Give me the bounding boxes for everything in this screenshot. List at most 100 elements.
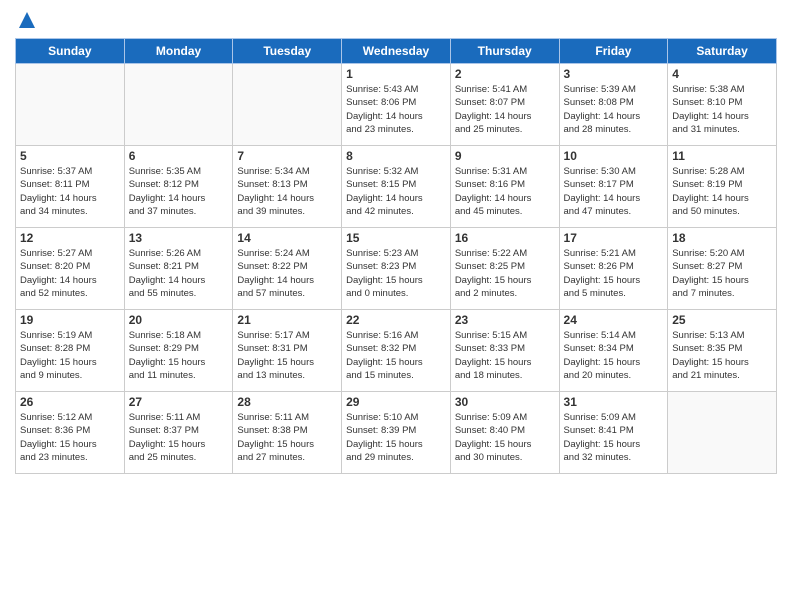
calendar-cell: 7 Sunrise: 5:34 AMSunset: 8:13 PMDaylight… <box>233 146 342 228</box>
day-info: Sunrise: 5:27 AMSunset: 8:20 PMDaylight:… <box>20 247 120 300</box>
calendar-cell: 21 Sunrise: 5:17 AMSunset: 8:31 PMDayligh… <box>233 310 342 392</box>
day-info: Sunrise: 5:41 AMSunset: 8:07 PMDaylight:… <box>455 83 555 136</box>
day-number: 25 <box>672 313 772 327</box>
day-number: 1 <box>346 67 446 81</box>
day-number: 18 <box>672 231 772 245</box>
day-number: 12 <box>20 231 120 245</box>
calendar-week-row: 1Sunrise: 5:43 AMSunset: 8:06 PMDaylight… <box>16 64 777 146</box>
day-info: Sunrise: 5:09 AMSunset: 8:41 PMDaylight:… <box>564 411 664 464</box>
day-number: 8 <box>346 149 446 163</box>
calendar-cell: 25 Sunrise: 5:13 AMSunset: 8:35 PMDayligh… <box>668 310 777 392</box>
day-number: 5 <box>20 149 120 163</box>
day-info: Sunrise: 5:35 AMSunset: 8:12 PMDaylight:… <box>129 165 229 218</box>
calendar-week-row: 19Sunrise: 5:19 AMSunset: 8:28 PMDayligh… <box>16 310 777 392</box>
day-info: Sunrise: 5:09 AMSunset: 8:40 PMDaylight:… <box>455 411 555 464</box>
calendar-cell: 17 Sunrise: 5:21 AMSunset: 8:26 PMDayligh… <box>559 228 668 310</box>
calendar-cell: 18 Sunrise: 5:20 AMSunset: 8:27 PMDayligh… <box>668 228 777 310</box>
calendar-week-row: 26 Sunrise: 5:12 AMSunset: 8:36 PMDayligh… <box>16 392 777 474</box>
day-number: 9 <box>455 149 555 163</box>
calendar-cell: 8 Sunrise: 5:32 AMSunset: 8:15 PMDaylight… <box>342 146 451 228</box>
calendar-cell: 15Sunrise: 5:23 AMSunset: 8:23 PMDayligh… <box>342 228 451 310</box>
calendar-cell: 30 Sunrise: 5:09 AMSunset: 8:40 PMDayligh… <box>450 392 559 474</box>
day-number: 24 <box>564 313 664 327</box>
day-number: 26 <box>20 395 120 409</box>
day-number: 11 <box>672 149 772 163</box>
day-number: 7 <box>237 149 337 163</box>
calendar-cell: 28 Sunrise: 5:11 AMSunset: 8:38 PMDayligh… <box>233 392 342 474</box>
day-number: 10 <box>564 149 664 163</box>
day-number: 28 <box>237 395 337 409</box>
day-number: 20 <box>129 313 229 327</box>
day-info: Sunrise: 5:16 AMSunset: 8:32 PMDaylight:… <box>346 329 446 382</box>
calendar-cell <box>16 64 125 146</box>
calendar-table: SundayMondayTuesdayWednesdayThursdayFrid… <box>15 38 777 474</box>
day-number: 21 <box>237 313 337 327</box>
day-info: Sunrise: 5:23 AMSunset: 8:23 PMDaylight:… <box>346 247 446 300</box>
day-info: Sunrise: 5:32 AMSunset: 8:15 PMDaylight:… <box>346 165 446 218</box>
calendar-cell: 11 Sunrise: 5:28 AMSunset: 8:19 PMDayligh… <box>668 146 777 228</box>
day-number: 23 <box>455 313 555 327</box>
day-number: 31 <box>564 395 664 409</box>
calendar-cell <box>124 64 233 146</box>
calendar-cell: 5 Sunrise: 5:37 AMSunset: 8:11 PMDaylight… <box>16 146 125 228</box>
day-number: 29 <box>346 395 446 409</box>
calendar-cell: 2 Sunrise: 5:41 AMSunset: 8:07 PMDaylight… <box>450 64 559 146</box>
calendar-cell: 12 Sunrise: 5:27 AMSunset: 8:20 PMDayligh… <box>16 228 125 310</box>
calendar-cell: 14Sunrise: 5:24 AMSunset: 8:22 PMDayligh… <box>233 228 342 310</box>
weekday-header: Saturday <box>668 39 777 64</box>
day-info: Sunrise: 5:20 AMSunset: 8:27 PMDaylight:… <box>672 247 772 300</box>
calendar-cell: 9 Sunrise: 5:31 AMSunset: 8:16 PMDaylight… <box>450 146 559 228</box>
day-number: 2 <box>455 67 555 81</box>
day-info: Sunrise: 5:21 AMSunset: 8:26 PMDaylight:… <box>564 247 664 300</box>
calendar-cell: 19Sunrise: 5:19 AMSunset: 8:28 PMDayligh… <box>16 310 125 392</box>
page-container: SundayMondayTuesdayWednesdayThursdayFrid… <box>0 0 792 482</box>
day-info: Sunrise: 5:38 AMSunset: 8:10 PMDaylight:… <box>672 83 772 136</box>
calendar-cell: 29Sunrise: 5:10 AMSunset: 8:39 PMDayligh… <box>342 392 451 474</box>
day-info: Sunrise: 5:39 AMSunset: 8:08 PMDaylight:… <box>564 83 664 136</box>
logo <box>15 10 37 30</box>
day-number: 3 <box>564 67 664 81</box>
day-info: Sunrise: 5:15 AMSunset: 8:33 PMDaylight:… <box>455 329 555 382</box>
weekday-header: Sunday <box>16 39 125 64</box>
calendar-week-row: 12 Sunrise: 5:27 AMSunset: 8:20 PMDayligh… <box>16 228 777 310</box>
day-number: 6 <box>129 149 229 163</box>
calendar-cell: 22 Sunrise: 5:16 AMSunset: 8:32 PMDayligh… <box>342 310 451 392</box>
calendar-cell: 27 Sunrise: 5:11 AMSunset: 8:37 PMDayligh… <box>124 392 233 474</box>
day-number: 30 <box>455 395 555 409</box>
calendar-cell: 16 Sunrise: 5:22 AMSunset: 8:25 PMDayligh… <box>450 228 559 310</box>
day-info: Sunrise: 5:11 AMSunset: 8:38 PMDaylight:… <box>237 411 337 464</box>
calendar-cell <box>233 64 342 146</box>
day-info: Sunrise: 5:31 AMSunset: 8:16 PMDaylight:… <box>455 165 555 218</box>
day-info: Sunrise: 5:11 AMSunset: 8:37 PMDaylight:… <box>129 411 229 464</box>
day-number: 19 <box>20 313 120 327</box>
logo-icon <box>17 10 37 30</box>
calendar-cell: 23 Sunrise: 5:15 AMSunset: 8:33 PMDayligh… <box>450 310 559 392</box>
calendar-header: SundayMondayTuesdayWednesdayThursdayFrid… <box>16 39 777 64</box>
calendar-cell: 4Sunrise: 5:38 AMSunset: 8:10 PMDaylight… <box>668 64 777 146</box>
day-number: 17 <box>564 231 664 245</box>
day-number: 14 <box>237 231 337 245</box>
day-info: Sunrise: 5:37 AMSunset: 8:11 PMDaylight:… <box>20 165 120 218</box>
weekday-header: Monday <box>124 39 233 64</box>
calendar-cell: 24Sunrise: 5:14 AMSunset: 8:34 PMDayligh… <box>559 310 668 392</box>
day-info: Sunrise: 5:34 AMSunset: 8:13 PMDaylight:… <box>237 165 337 218</box>
day-info: Sunrise: 5:17 AMSunset: 8:31 PMDaylight:… <box>237 329 337 382</box>
calendar-cell: 3 Sunrise: 5:39 AMSunset: 8:08 PMDaylight… <box>559 64 668 146</box>
day-number: 22 <box>346 313 446 327</box>
day-info: Sunrise: 5:22 AMSunset: 8:25 PMDaylight:… <box>455 247 555 300</box>
day-number: 27 <box>129 395 229 409</box>
calendar-cell <box>668 392 777 474</box>
calendar-body: 1Sunrise: 5:43 AMSunset: 8:06 PMDaylight… <box>16 64 777 474</box>
day-info: Sunrise: 5:13 AMSunset: 8:35 PMDaylight:… <box>672 329 772 382</box>
day-number: 16 <box>455 231 555 245</box>
day-info: Sunrise: 5:28 AMSunset: 8:19 PMDaylight:… <box>672 165 772 218</box>
calendar-cell: 31 Sunrise: 5:09 AMSunset: 8:41 PMDayligh… <box>559 392 668 474</box>
calendar-cell: 10Sunrise: 5:30 AMSunset: 8:17 PMDayligh… <box>559 146 668 228</box>
day-info: Sunrise: 5:18 AMSunset: 8:29 PMDaylight:… <box>129 329 229 382</box>
calendar-cell: 1Sunrise: 5:43 AMSunset: 8:06 PMDaylight… <box>342 64 451 146</box>
day-info: Sunrise: 5:12 AMSunset: 8:36 PMDaylight:… <box>20 411 120 464</box>
calendar-cell: 26 Sunrise: 5:12 AMSunset: 8:36 PMDayligh… <box>16 392 125 474</box>
weekday-header: Thursday <box>450 39 559 64</box>
calendar-cell: 13Sunrise: 5:26 AMSunset: 8:21 PMDayligh… <box>124 228 233 310</box>
calendar-week-row: 5 Sunrise: 5:37 AMSunset: 8:11 PMDaylight… <box>16 146 777 228</box>
